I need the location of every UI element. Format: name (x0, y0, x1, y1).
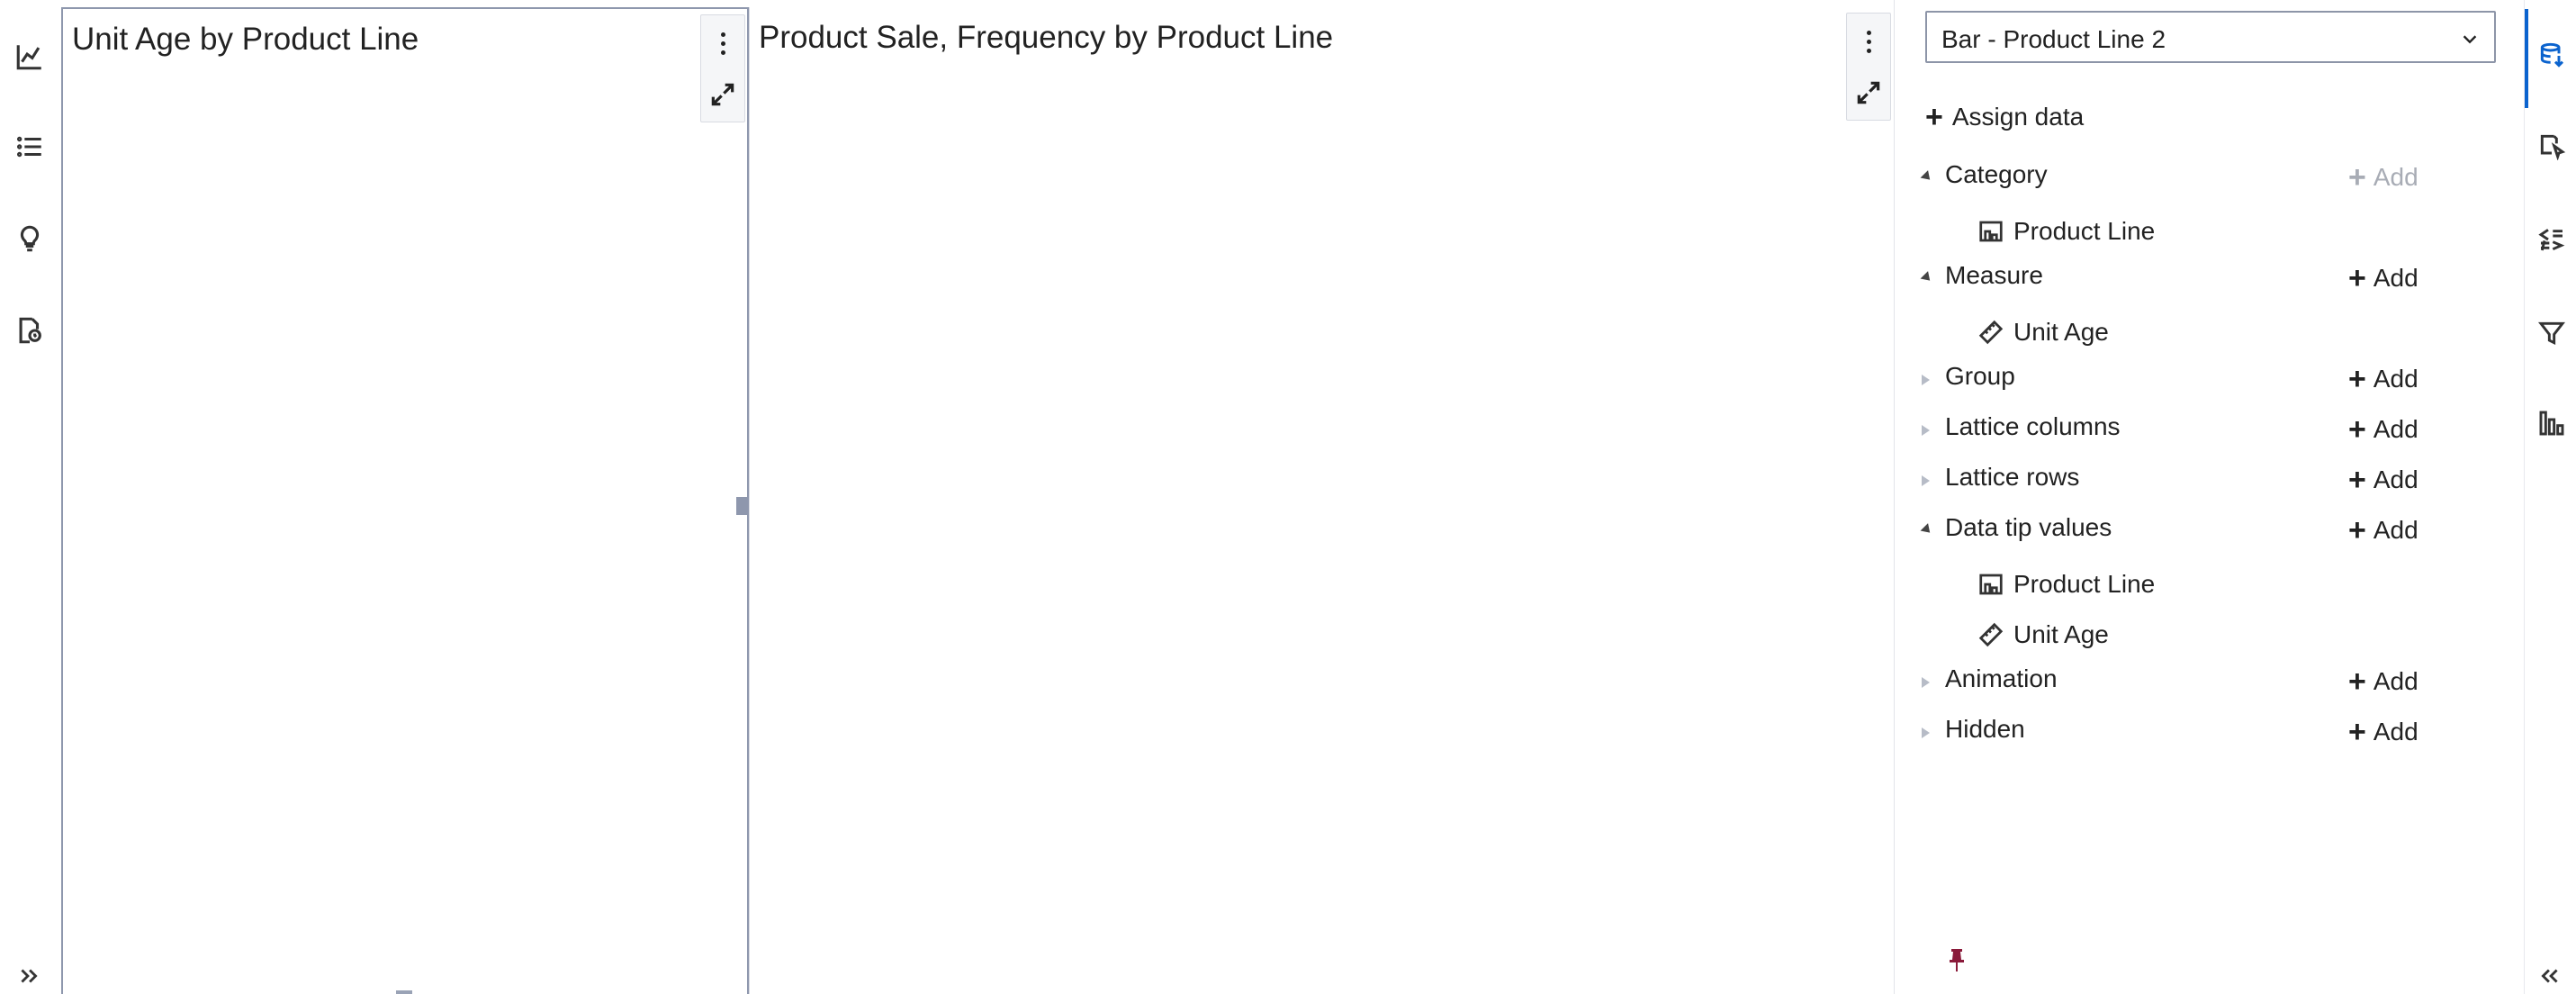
role-group[interactable]: Group + Add (1922, 362, 2498, 400)
plus-icon: + (2348, 160, 2366, 194)
add-label: Add (2373, 718, 2418, 746)
category-icon (1979, 221, 2003, 242)
add-label: Add (2373, 264, 2418, 292)
expanded-triangle-icon (1920, 271, 1934, 285)
plus-icon: + (2348, 715, 2366, 749)
ranks-icon[interactable] (2532, 403, 2571, 443)
assigned-item[interactable]: Unit Age (1977, 315, 2109, 349)
line-chart-icon[interactable] (9, 36, 50, 77)
plus-icon: + (2348, 412, 2366, 447)
role-lattice-rows[interactable]: Lattice rows + Add (1922, 463, 2498, 501)
add-lattice-rows-button[interactable]: + Add (2348, 465, 2418, 495)
object-selector-value: Bar - Product Line 2 (1941, 25, 2166, 53)
rules-icon[interactable] (2532, 220, 2571, 259)
plus-icon: + (2348, 513, 2366, 547)
object-selector-dropdown[interactable]: Bar - Product Line 2 (1925, 11, 2496, 63)
collapsed-triangle-icon (1922, 727, 1930, 738)
resize-handle[interactable] (736, 497, 747, 515)
role-label: Data tip values (1945, 513, 2112, 541)
add-category-button[interactable]: + Add (2348, 162, 2418, 193)
assigned-item[interactable]: Product Line (1977, 214, 2155, 248)
add-measure-button[interactable]: + Add (2348, 263, 2418, 294)
add-label: Add (2373, 516, 2418, 544)
lightbulb-icon[interactable] (9, 218, 50, 259)
report-object-product-sale[interactable]: Product Sale, Frequency by Product Line (749, 7, 1894, 994)
page-scroll-indicator (396, 990, 412, 994)
active-tab-indicator (2525, 9, 2528, 108)
plus-icon: + (1925, 100, 1943, 134)
object-title: Unit Age by Product Line (72, 22, 419, 57)
role-data-tip-values[interactable]: Data tip values + Add (1920, 513, 2498, 551)
report-settings-icon[interactable] (9, 310, 50, 351)
report-object-unit-age[interactable]: Unit Age by Product Line (61, 7, 749, 994)
role-label: Lattice columns (1945, 412, 2121, 440)
add-label: Add (2373, 667, 2418, 695)
assign-data-button[interactable]: + Assign data (1925, 99, 2084, 135)
role-measure[interactable]: Measure + Add (1920, 261, 2498, 299)
expanded-triangle-icon (1920, 170, 1934, 184)
app-root: Unit Age by Product Line Product Sale, F… (0, 0, 2576, 994)
double-chevron-right-icon[interactable] (11, 958, 47, 994)
add-animation-button[interactable]: + Add (2348, 666, 2418, 697)
options-icon[interactable] (2532, 126, 2571, 166)
filter-icon[interactable] (2532, 313, 2571, 353)
role-label: Group (1945, 362, 2015, 390)
pin-icon[interactable] (1947, 949, 1967, 972)
assigned-item[interactable]: Unit Age (1977, 618, 2109, 652)
plus-icon: + (2348, 463, 2366, 497)
collapsed-triangle-icon (1922, 475, 1930, 486)
add-group-button[interactable]: + Add (2348, 364, 2418, 394)
measure-icon (1978, 320, 2004, 345)
collapsed-triangle-icon (1922, 425, 1930, 436)
maximize-icon[interactable] (701, 73, 744, 116)
item-label: Unit Age (2013, 620, 2109, 648)
chevron-down-icon (2460, 29, 2480, 49)
role-label: Category (1945, 160, 2048, 188)
add-label: Add (2373, 415, 2418, 443)
add-lattice-columns-button[interactable]: + Add (2348, 414, 2418, 445)
add-data-tip-values-button[interactable]: + Add (2348, 515, 2418, 546)
item-label: Product Line (2013, 217, 2156, 245)
left-rail (0, 0, 59, 994)
assign-data-label: Assign data (1951, 103, 2085, 131)
role-label: Hidden (1945, 715, 2025, 743)
data-pane: Bar - Product Line 2 + Assign data Categ… (1894, 0, 2524, 994)
object-title: Product Sale, Frequency by Product Line (759, 20, 1334, 55)
collapsed-triangle-icon (1922, 677, 1930, 688)
role-animation[interactable]: Animation + Add (1922, 664, 2498, 702)
plus-icon: + (2348, 261, 2366, 295)
measure-icon (1978, 622, 2004, 647)
role-category[interactable]: Category + Add (1920, 160, 2498, 198)
add-hidden-button[interactable]: + Add (2348, 717, 2418, 747)
role-label: Measure (1945, 261, 2043, 289)
add-label: Add (2373, 365, 2418, 393)
expanded-triangle-icon (1920, 523, 1934, 537)
role-label: Lattice rows (1945, 463, 2080, 491)
item-label: Unit Age (2013, 318, 2109, 346)
object-toolbar (1846, 13, 1891, 121)
plus-icon: + (2348, 362, 2366, 396)
add-label: Add (2373, 163, 2418, 191)
data-icon[interactable] (2532, 36, 2571, 76)
list-icon[interactable] (9, 126, 50, 167)
kebab-icon[interactable] (1847, 21, 1890, 62)
plus-icon: + (2348, 664, 2366, 699)
collapsed-triangle-icon (1922, 375, 1930, 385)
maximize-icon[interactable] (1847, 71, 1890, 114)
right-rail (2524, 0, 2576, 994)
add-label: Add (2373, 465, 2418, 493)
object-toolbar (700, 14, 745, 122)
category-icon (1979, 574, 2003, 595)
role-hidden[interactable]: Hidden + Add (1922, 715, 2498, 753)
assigned-item[interactable]: Product Line (1977, 567, 2155, 601)
role-lattice-columns[interactable]: Lattice columns + Add (1922, 412, 2498, 450)
kebab-icon[interactable] (701, 23, 744, 64)
item-label: Product Line (2013, 570, 2156, 598)
double-chevron-left-icon[interactable] (2532, 958, 2568, 994)
role-label: Animation (1945, 664, 2058, 692)
